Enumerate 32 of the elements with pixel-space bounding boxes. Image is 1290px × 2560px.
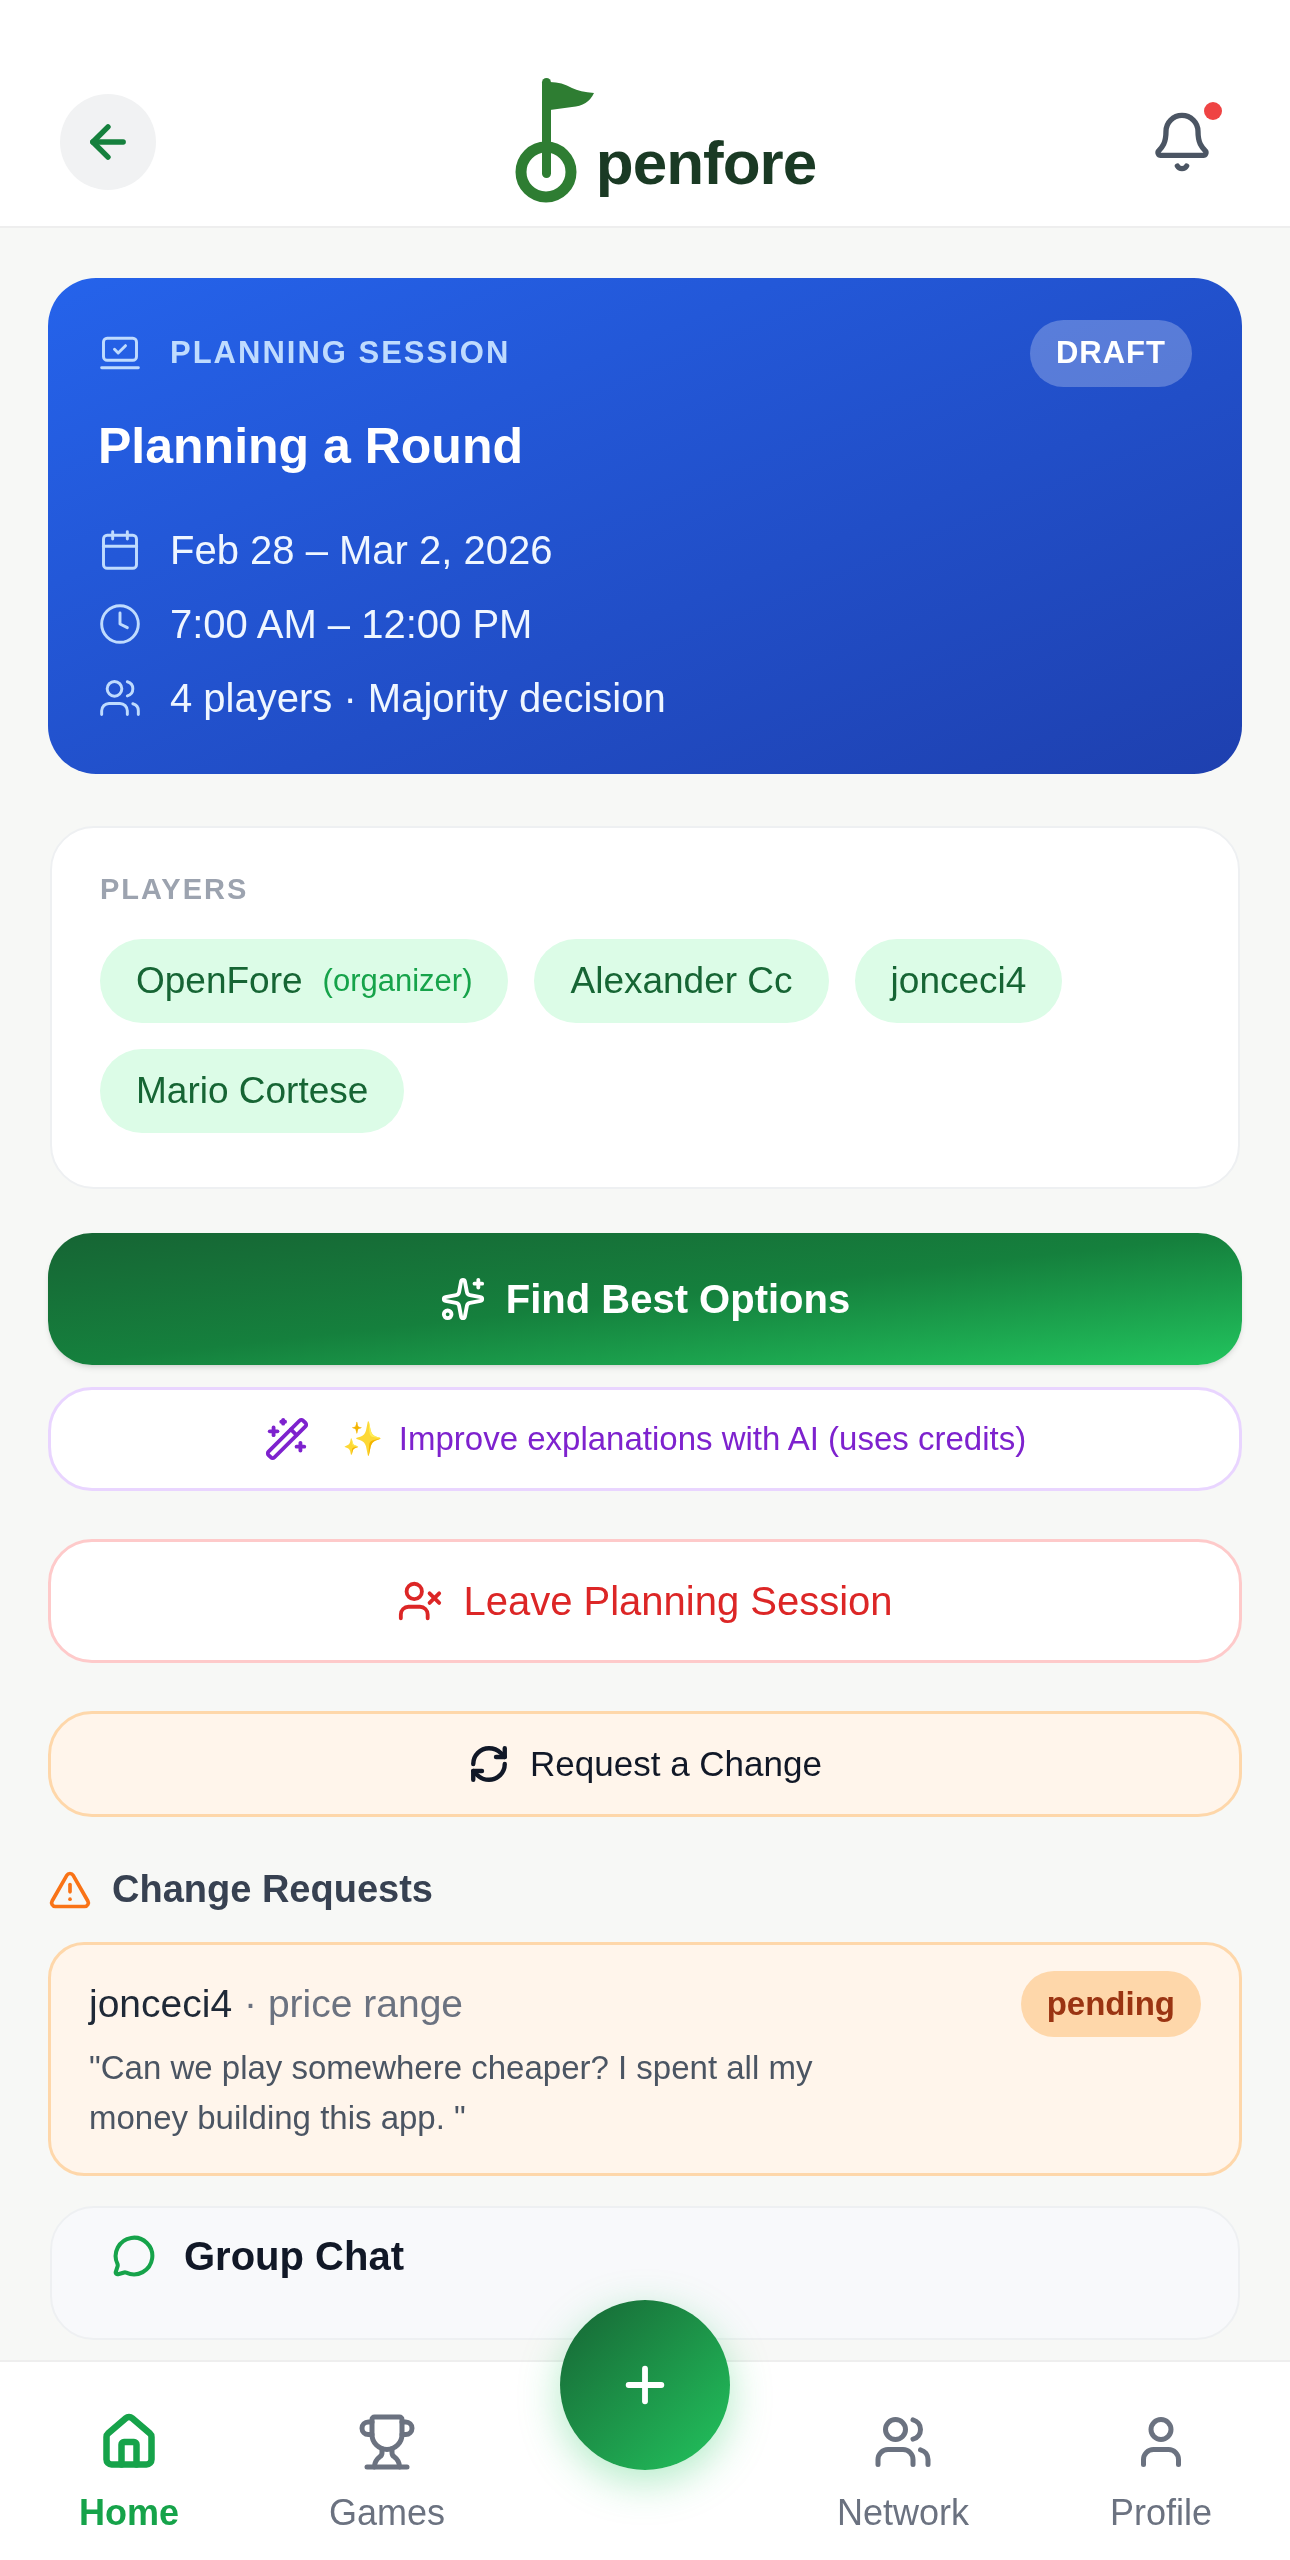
players-heading: PLAYERS [100, 871, 250, 907]
sparkle-icon [439, 1276, 486, 1322]
change-requests-heading: Change Requests [112, 1867, 433, 1912]
clock-icon [98, 601, 142, 646]
request-change-button[interactable]: Request a Change [48, 1711, 1242, 1817]
trophy-icon [357, 2412, 417, 2472]
organizer-label: (organizer) [322, 961, 473, 1000]
chat-icon [112, 2233, 156, 2278]
nav-tab[interactable]: Profile [1032, 2412, 1290, 2540]
improve-ai-button[interactable]: ✨ Improve explanations with AI (uses credits) [48, 1387, 1242, 1491]
session-detail: Feb 28 – Mar 2, 2026 [170, 526, 553, 574]
session-detail: 4 players · Majority decision [170, 674, 666, 722]
requester-name: jonceci4 [89, 1980, 233, 2027]
logo-flag-icon [513, 76, 596, 204]
status-badge: pending [1020, 1971, 1201, 2037]
magic-wand-icon [263, 1416, 310, 1462]
nav-tab[interactable]: Games [258, 2412, 516, 2540]
player-name: OpenFore [136, 959, 303, 1004]
session-detail: 7:00 AM – 12:00 PM [170, 600, 533, 648]
request-message: "Can we play somewhere cheaper? I spent all my money building this app. " [89, 2047, 814, 2138]
session-eyebrow: PLANNING SESSION [170, 334, 511, 372]
draft-badge: DRAFT [1029, 320, 1192, 387]
player-name: Alexander Cc [570, 959, 793, 1004]
request-topic: · price range [244, 1980, 464, 2027]
session-title: Planning a Round [98, 416, 524, 476]
player-name: jonceci4 [890, 959, 1027, 1004]
group-chat-title: Group Chat [184, 2235, 404, 2276]
leave-session-button[interactable]: Leave Planning Session [48, 1539, 1242, 1663]
nav-tab[interactable]: Network [774, 2412, 1032, 2540]
find-options-button[interactable]: Find Best Options [48, 1233, 1242, 1365]
player-name: Mario Cortese [136, 1069, 369, 1114]
nav-tab[interactable]: Home [0, 2412, 258, 2540]
